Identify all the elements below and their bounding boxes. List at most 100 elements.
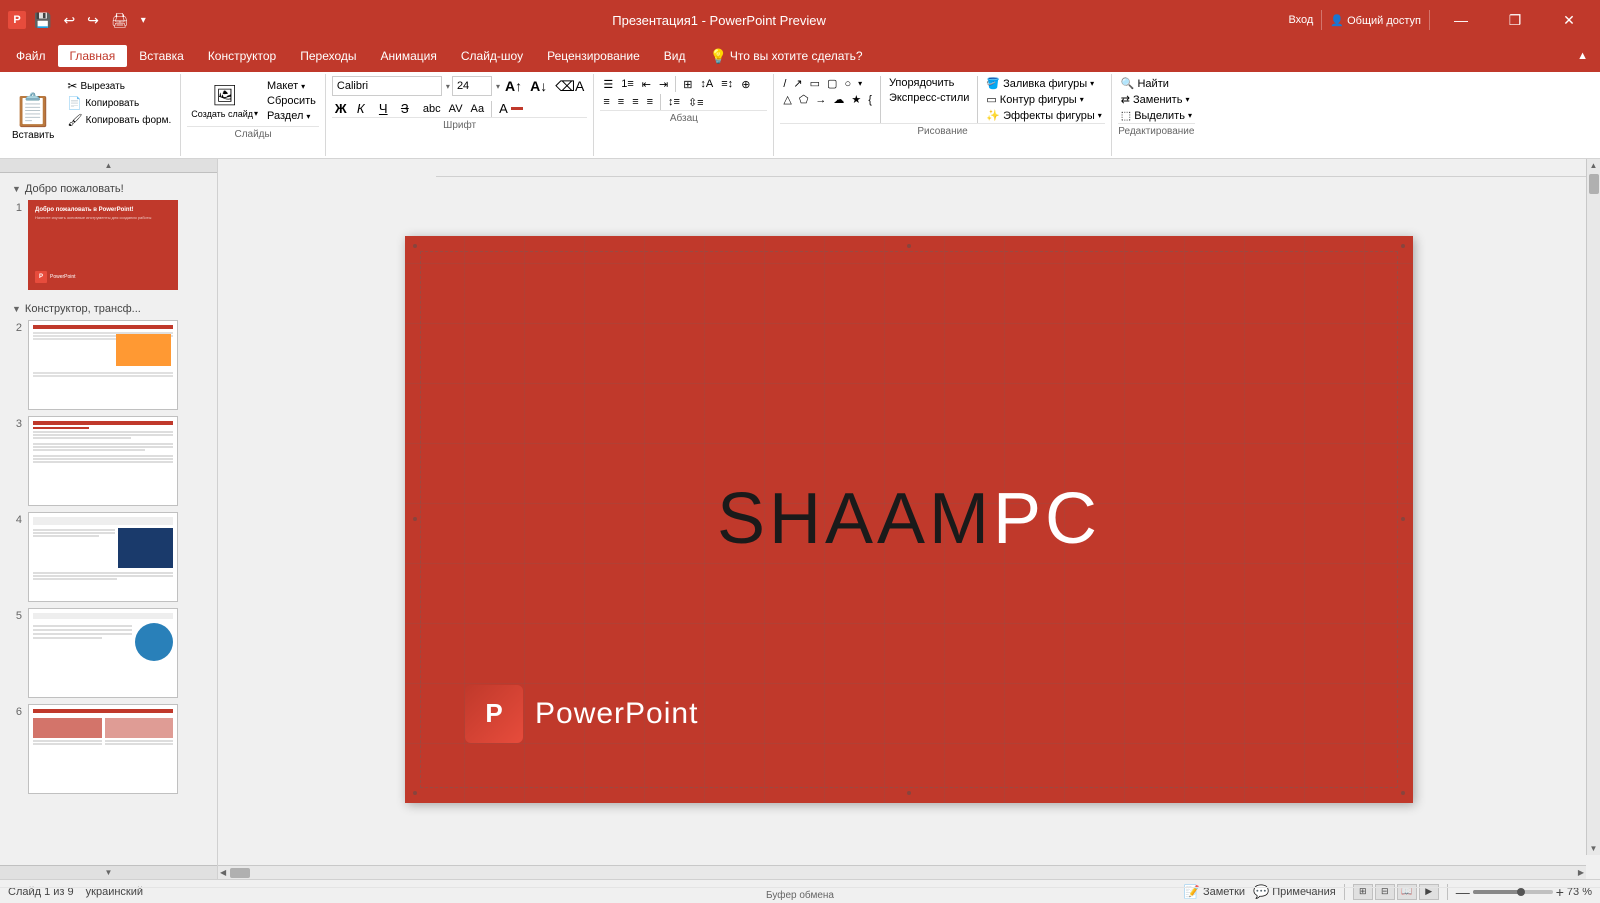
slide-item-4[interactable]: 4 [4,509,213,605]
indent-decrease-button[interactable]: ⇤ [639,77,654,92]
layout-button[interactable]: Макет ▾ [264,79,319,93]
undo-button[interactable]: ↩ [59,10,79,31]
slide-thumb-6[interactable] [28,704,178,794]
scroll-up-arrow[interactable]: ▲ [0,159,217,173]
brand-text-container[interactable]: SHAAMPC [717,478,1101,560]
align-left-button[interactable]: ≡ [600,95,612,109]
format-painter-button[interactable]: 🖌Копировать форм. [64,112,174,128]
star-tool[interactable]: ★ [848,92,864,107]
spacing-button[interactable]: AV [446,102,466,116]
effect-button[interactable]: ✨ Эффекты фигуры ▾ [983,108,1104,123]
minimize-button[interactable]: — [1438,0,1484,40]
paste-button[interactable]: 📋 Вставить [4,87,62,145]
slide-canvas-container[interactable]: SHAAMPC P PowerPoint [218,159,1600,879]
font-increase-button[interactable]: A↑ [502,77,525,95]
scroll-right-button[interactable]: ▶ [1576,866,1586,879]
menu-help[interactable]: 💡 Что вы хотите сделать? [697,44,874,69]
font-name-input[interactable]: Calibri [332,76,442,96]
shadow-button[interactable]: abc [420,102,444,116]
menu-design[interactable]: Конструктор [196,45,288,67]
section-button[interactable]: Раздел ▾ [264,109,319,123]
paragraph-spacing-button[interactable]: ⇳≡ [685,95,707,110]
customize-button[interactable]: ▾ [137,13,150,28]
scroll-down-arrow[interactable]: ▼ [0,865,217,879]
menu-transitions[interactable]: Переходы [288,45,368,67]
line-spacing-button[interactable]: ↕≡ [665,95,683,109]
section-header-1[interactable]: ▼ Добро пожаловать! [4,177,213,197]
menu-home[interactable]: Главная [58,45,128,67]
callout-tool[interactable]: ☁ [830,92,847,107]
slides-scroll[interactable]: ▼ Добро пожаловать! 1 Добро пожаловать в… [0,173,217,865]
slide-item-1[interactable]: 1 Добро пожаловать в PowerPoint! Начните… [4,197,213,293]
horizontal-scrollbar[interactable]: ◀ ▶ [218,865,1586,879]
fill-button[interactable]: 🪣 Заливка фигуры ▾ [983,76,1104,91]
shape-more[interactable]: ▾ [855,76,865,91]
scroll-down-button[interactable]: ▼ [1588,842,1600,855]
case-button[interactable]: Аа [468,102,488,116]
arrange-button[interactable]: Упорядочить [886,76,972,90]
underline-button[interactable]: Ч [376,100,396,117]
pentagon-tool[interactable]: ⬠ [796,92,812,107]
close-button[interactable]: ✕ [1546,0,1592,40]
outline-button[interactable]: ▭ Контур фигуры ▾ [983,92,1104,107]
menu-view[interactable]: Вид [652,45,698,67]
align-right-button[interactable]: ≡ [629,95,641,109]
arrow-tool[interactable]: ↗ [790,76,805,91]
slide-thumb-3[interactable] [28,416,178,506]
vertical-scrollbar[interactable]: ▲ ▼ [1586,159,1600,855]
rounded-rect-tool[interactable]: ▢ [824,76,840,91]
triangle-tool[interactable]: △ [780,92,794,107]
menu-file[interactable]: Файл [4,45,58,67]
find-button[interactable]: 🔍 Найти [1118,76,1195,91]
sign-in-button[interactable]: Вход [1288,14,1313,26]
font-name-dropdown[interactable]: ▾ [446,82,450,91]
align-justify-button[interactable]: ≡ [644,95,656,109]
slide-thumb-5[interactable] [28,608,178,698]
restore-button[interactable]: ❐ [1492,0,1538,40]
save-button[interactable]: 💾 [30,10,55,31]
cut-button[interactable]: ✂Вырезать [64,78,174,94]
align-center-button[interactable]: ≡ [615,95,627,109]
share-button[interactable]: 👤 Общий доступ [1330,14,1421,27]
line-tool[interactable]: / [780,76,789,91]
strikethrough-button[interactable]: З [398,100,418,117]
powerpoint-logo-area[interactable]: P PowerPoint [465,685,698,743]
circle-tool[interactable]: ○ [841,76,854,91]
menu-review[interactable]: Рецензирование [535,45,652,67]
copy-button[interactable]: 📄Копировать [64,95,174,111]
slide-item-5[interactable]: 5 [4,605,213,701]
section-header-2[interactable]: ▼ Конструктор, трансф... [4,297,213,317]
slide-item-3[interactable]: 3 [4,413,213,509]
clear-format-button[interactable]: ⌫A [552,77,587,96]
italic-button[interactable]: К [354,100,374,117]
select-button[interactable]: ⬚ Выделить ▾ [1118,108,1195,123]
slide-canvas[interactable]: SHAAMPC P PowerPoint [405,236,1413,803]
scroll-left-button[interactable]: ◀ [218,866,228,879]
indent-increase-button[interactable]: ⇥ [656,77,671,92]
reset-button[interactable]: Сбросить [264,94,319,108]
zoom-handle[interactable] [1517,888,1525,896]
arrow-shapes[interactable]: → [812,92,829,107]
font-decrease-button[interactable]: A↓ [527,77,550,95]
menu-slideshow[interactable]: Слайд-шоу [449,45,535,67]
brace-tool[interactable]: { [865,92,875,107]
text-align-vertical-button[interactable]: ≡↕ [718,77,736,91]
bold-button[interactable]: Ж [332,100,352,117]
redo-button[interactable]: ↪ [83,10,103,31]
text-direction-button[interactable]: ↕A [697,77,716,91]
slide-thumb-2[interactable] [28,320,178,410]
scroll-up-button[interactable]: ▲ [1588,159,1600,172]
slide-thumb-1[interactable]: Добро пожаловать в PowerPoint! Начните и… [28,200,178,290]
scroll-thumb-h[interactable] [230,868,250,878]
rect-tool[interactable]: ▭ [807,76,823,91]
menu-animation[interactable]: Анимация [369,45,449,67]
numbering-button[interactable]: 1≡ [618,77,637,91]
express-styles-button[interactable]: Экспресс-стили [886,91,972,105]
smartart-button[interactable]: ⊕ [738,77,753,92]
menu-insert[interactable]: Вставка [127,45,196,67]
columns-button[interactable]: ⊞ [680,77,695,92]
zoom-slider[interactable] [1473,890,1553,894]
font-color-button[interactable]: A [496,100,526,117]
font-size-dropdown[interactable]: ▾ [496,82,500,91]
bullets-button[interactable]: ☰ [600,77,616,92]
